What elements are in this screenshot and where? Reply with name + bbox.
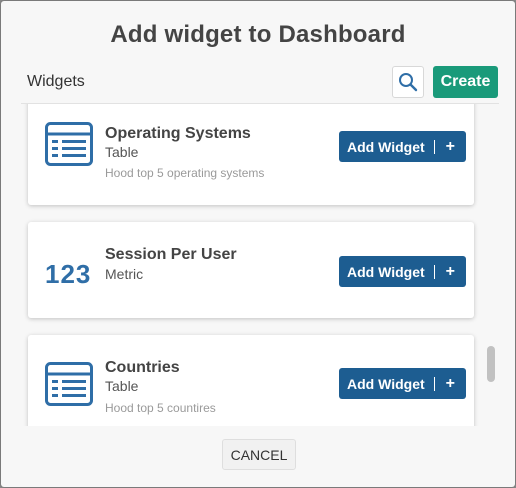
add-widget-label: Add Widget bbox=[347, 263, 425, 280]
widget-type: Table bbox=[105, 144, 139, 160]
search-icon bbox=[399, 73, 418, 92]
add-widget-button[interactable]: Add Widget + bbox=[339, 256, 466, 287]
add-widget-dialog: Add widget to Dashboard Widgets Create O… bbox=[1, 1, 515, 487]
widget-name: Countries bbox=[105, 359, 180, 376]
create-button[interactable]: Create bbox=[433, 66, 498, 98]
plus-icon: + bbox=[445, 137, 455, 155]
button-divider bbox=[433, 264, 435, 279]
plus-icon: + bbox=[445, 374, 455, 392]
add-widget-label: Add Widget bbox=[347, 375, 425, 392]
add-widget-button[interactable]: Add Widget + bbox=[339, 131, 466, 162]
widget-card-operating-systems: Operating Systems Table Hood top 5 opera… bbox=[28, 104, 474, 205]
widget-name: Operating Systems bbox=[105, 125, 251, 142]
table-icon bbox=[45, 362, 93, 406]
widget-list[interactable]: Operating Systems Table Hood top 5 opera… bbox=[21, 103, 499, 426]
metric-icon: 123 bbox=[45, 259, 92, 289]
widget-card-session-per-user: 123 Session Per User Metric Add Widget + bbox=[28, 222, 474, 318]
add-widget-button[interactable]: Add Widget + bbox=[339, 368, 466, 399]
add-widget-label: Add Widget bbox=[347, 138, 425, 155]
widget-type: Metric bbox=[105, 266, 144, 282]
widget-type: Table bbox=[105, 378, 139, 394]
button-divider bbox=[433, 376, 435, 391]
scrollbar-thumb[interactable] bbox=[487, 346, 495, 382]
widgets-section-label: Widgets bbox=[27, 73, 85, 90]
widget-description: Hood top 5 countires bbox=[105, 401, 216, 415]
dialog-title: Add widget to Dashboard bbox=[110, 21, 406, 48]
widget-name: Session Per User bbox=[105, 246, 237, 263]
table-icon bbox=[45, 122, 93, 166]
search-button[interactable] bbox=[392, 66, 424, 98]
widget-card-countries: Countries Table Hood top 5 countires Add… bbox=[28, 335, 474, 426]
plus-icon: + bbox=[445, 262, 455, 280]
cancel-button[interactable]: CANCEL bbox=[222, 439, 296, 470]
button-divider bbox=[433, 139, 435, 154]
widget-description: Hood top 5 operating systems bbox=[105, 166, 265, 180]
